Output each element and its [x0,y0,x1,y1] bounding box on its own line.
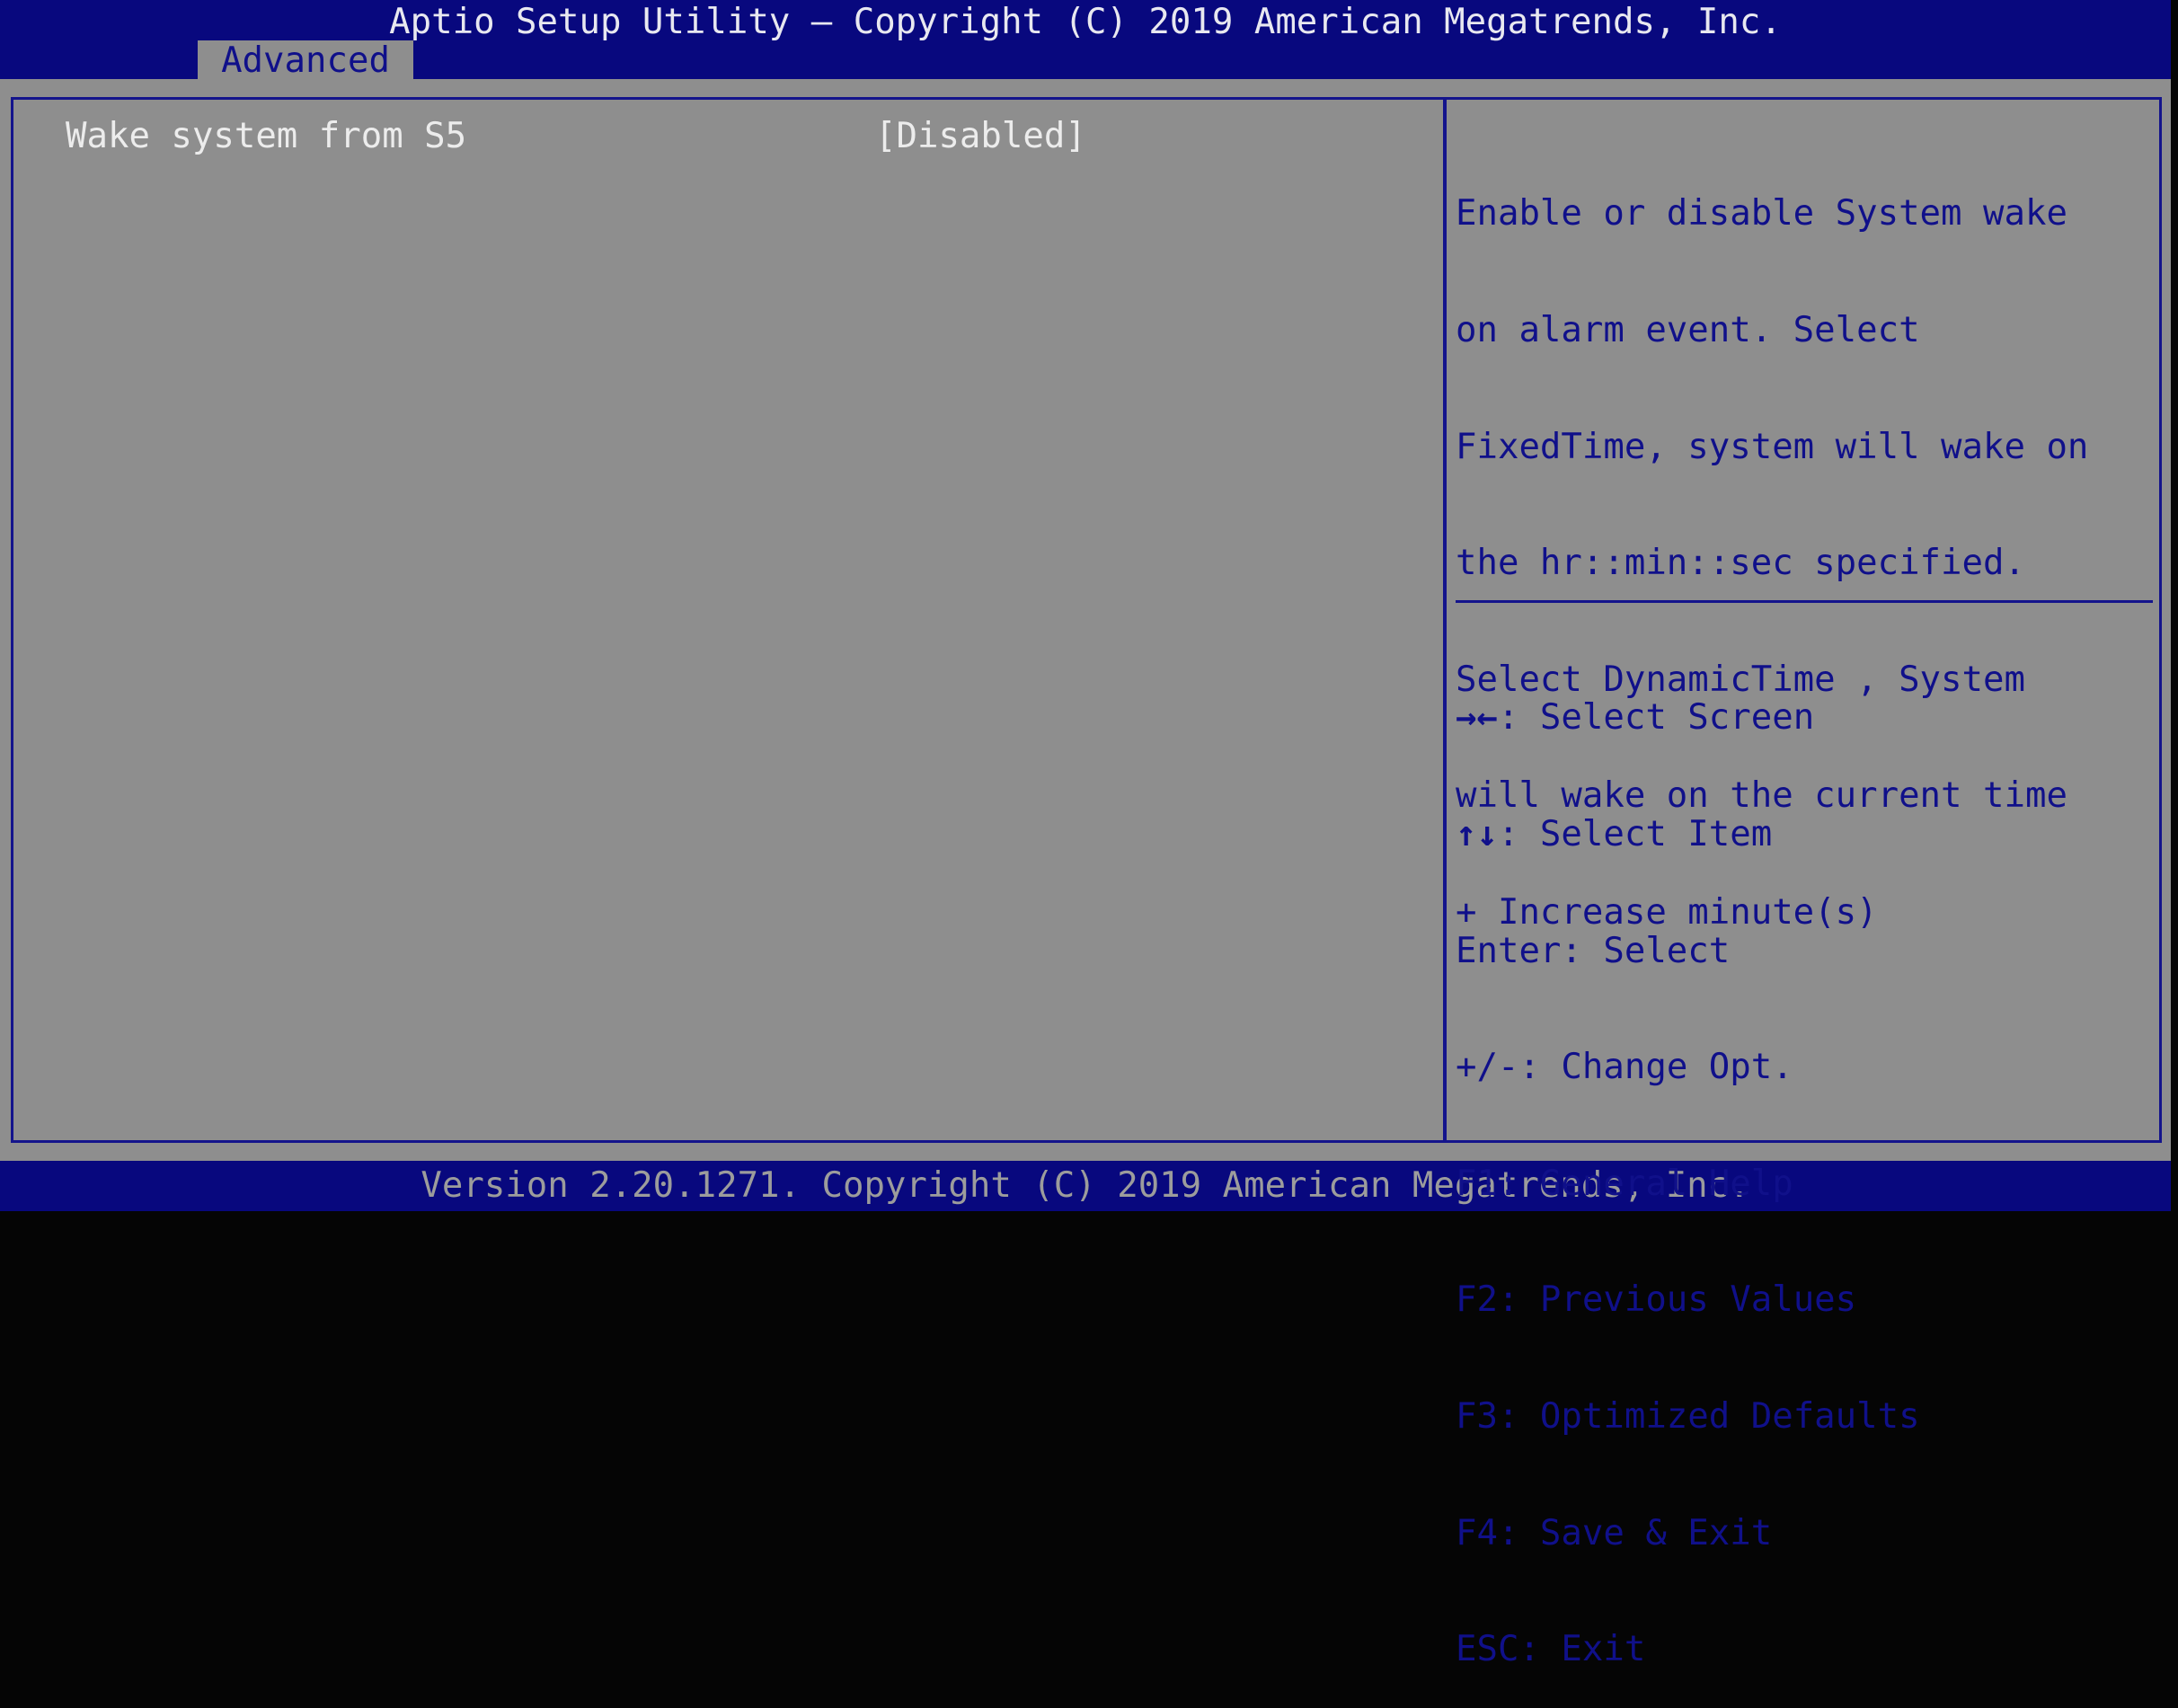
key-action: : Save & Exit [1497,1512,1773,1553]
key-select-screen: →←: Select Screen [1456,698,2147,737]
key-label: +/- [1456,1047,1519,1088]
help-line: the hr::min::sec specified. [1456,543,2025,584]
key-f2: F2: Previous Values [1456,1280,2147,1319]
panel-divider [1443,97,1447,1143]
left-right-arrows-icon: →← [1456,697,1498,739]
key-label: F2 [1456,1279,1498,1321]
key-select-item: ↑↓: Select Item [1456,815,2147,854]
help-line: Enable or disable System wake [1456,193,2067,235]
setting-wake-system-from-s5[interactable]: Wake system from S5 [66,117,466,156]
key-f1: F1: General Help [1456,1164,2147,1203]
key-label: F3 [1456,1395,1498,1437]
header-bar: Aptio Setup Utility – Copyright (C) 2019… [0,0,2171,81]
key-action: : Previous Values [1497,1279,1857,1321]
key-action: : Select Screen [1497,697,1815,739]
tab-advanced[interactable]: Advanced [198,40,413,81]
key-label: F1 [1456,1163,1498,1204]
key-f3: F3: Optimized Defaults [1456,1397,2147,1436]
key-change-opt: +/-: Change Opt. [1456,1048,2147,1086]
up-down-arrows-icon: ↑↓ [1456,814,1498,854]
key-legend: →←: Select Screen ↑↓: Select Item Enter:… [1456,621,2147,1708]
key-f4: F4: Save & Exit [1456,1512,2147,1553]
key-action: : Select [1561,930,1731,971]
key-action: : Exit [1518,1629,1646,1670]
key-action: : Select Item [1497,814,1773,854]
key-enter: Enter: Select [1456,930,2147,971]
help-line: FixedTime, system will wake on [1456,426,2089,467]
key-label: Enter [1456,930,1562,971]
key-esc: ESC: Exit [1456,1630,2147,1668]
setting-value-wake-system-from-s5[interactable]: [Disabled] [875,117,1086,156]
app-title: Aptio Setup Utility – Copyright (C) 2019… [389,2,1782,42]
key-label: ESC [1456,1629,1519,1670]
help-line: on alarm event. Select [1456,310,1920,351]
key-action: : Change Opt. [1518,1047,1793,1088]
key-action-general-help: : General Help [1497,1163,1793,1204]
key-action: : Optimized Defaults [1497,1395,1920,1437]
key-label: F4 [1456,1512,1498,1553]
